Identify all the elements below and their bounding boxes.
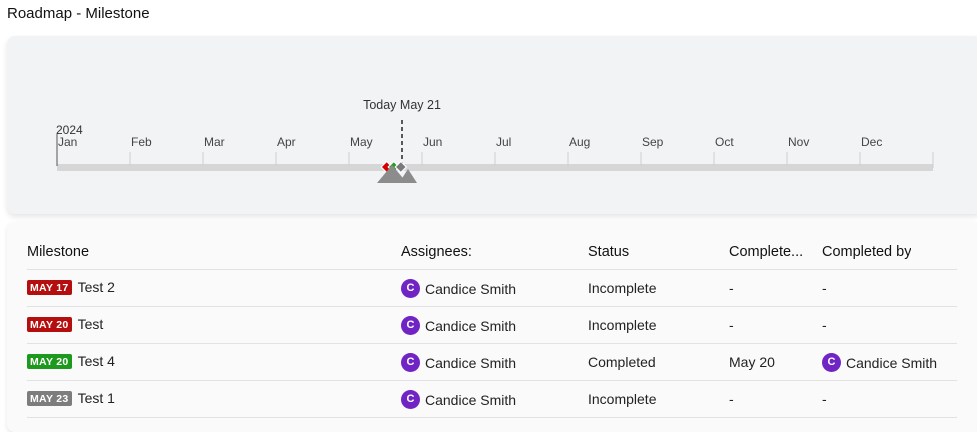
table-row[interactable]: MAY 20 Test 4 C Candice Smith Completed Ma… xyxy=(27,344,957,381)
status-text: Incomplete xyxy=(588,317,657,333)
avatar: C xyxy=(401,353,420,372)
table-header: Milestone Assignees: Status Complete... … xyxy=(27,244,957,270)
month-label: Sep xyxy=(642,135,664,149)
month-label: Apr xyxy=(277,135,296,149)
month-label: Oct xyxy=(715,135,734,149)
assignee-cell: C Candice Smith xyxy=(401,390,516,409)
month-label: Feb xyxy=(131,135,152,149)
assignee-name: Candice Smith xyxy=(425,391,517,408)
assignee-name: Candice Smith xyxy=(425,280,517,297)
month-label: Jul xyxy=(496,135,511,149)
milestone-name[interactable]: Test xyxy=(78,316,104,332)
header-completed-by[interactable]: Completed by xyxy=(822,244,911,260)
month-label: Dec xyxy=(861,135,882,149)
completed-on-text: - xyxy=(729,280,734,296)
table-row[interactable]: MAY 20 Test C Candice Smith Incomplete - - xyxy=(27,307,957,344)
page-title: Roadmap - Milestone xyxy=(7,5,150,22)
date-badge: MAY 20 xyxy=(27,354,72,369)
avatar: C xyxy=(822,353,841,372)
completed-by-text: - xyxy=(822,280,827,296)
status-text: Incomplete xyxy=(588,391,657,407)
table-row[interactable]: MAY 23 Test 1 C Candice Smith Incomplete -… xyxy=(27,381,957,418)
milestone-name[interactable]: Test 1 xyxy=(78,390,115,406)
completed-by-name: Candice Smith xyxy=(846,354,938,371)
assignee-cell: C Candice Smith xyxy=(401,353,516,372)
assignee-cell: C Candice Smith xyxy=(401,279,516,298)
header-milestone[interactable]: Milestone xyxy=(27,244,89,260)
table-row[interactable]: MAY 17 Test 2 C Candice Smith Incomplete -… xyxy=(27,270,957,307)
avatar: C xyxy=(401,279,420,298)
timeline-panel: Today May 21 2024 Jan Feb Mar Apr May Jun Jul A… xyxy=(7,36,977,214)
avatar: C xyxy=(401,316,420,335)
status-text: Completed xyxy=(588,354,656,370)
completed-by-cell: C Candice Smith xyxy=(822,353,937,372)
header-status[interactable]: Status xyxy=(588,244,629,260)
assignee-cell: C Candice Smith xyxy=(401,316,516,335)
header-completed-on[interactable]: Complete... xyxy=(729,244,813,260)
milestone-cell[interactable]: MAY 17 Test 2 xyxy=(27,279,115,295)
milestone-cell[interactable]: MAY 20 Test xyxy=(27,316,103,332)
assignee-name: Candice Smith xyxy=(425,317,517,334)
completed-on-text: - xyxy=(729,391,734,407)
month-label: Nov xyxy=(788,135,809,149)
completed-on-text: - xyxy=(729,317,734,333)
month-label: Mar xyxy=(204,135,225,149)
completed-on-text: May 20 xyxy=(729,354,775,370)
milestone-cell[interactable]: MAY 23 Test 1 xyxy=(27,390,115,406)
month-label: May xyxy=(350,135,373,149)
date-badge: MAY 17 xyxy=(27,280,72,295)
milestone-name[interactable]: Test 2 xyxy=(78,279,115,295)
month-label: Jun xyxy=(423,135,442,149)
month-label: Aug xyxy=(569,135,590,149)
milestone-table: Milestone Assignees: Status Complete... … xyxy=(7,222,977,432)
assignee-name: Candice Smith xyxy=(425,354,517,371)
milestone-cell[interactable]: MAY 20 Test 4 xyxy=(27,353,115,369)
header-assignees[interactable]: Assignees: xyxy=(401,244,472,260)
completed-by-text: - xyxy=(822,391,827,407)
date-badge: MAY 23 xyxy=(27,391,72,406)
status-text: Incomplete xyxy=(588,280,657,296)
month-label: Jan xyxy=(58,135,77,149)
completed-by-text: - xyxy=(822,317,827,333)
month-axis: Jan Feb Mar Apr May Jun Jul Aug Sep Oct Nov Dec xyxy=(56,134,882,166)
date-badge: MAY 20 xyxy=(27,317,72,332)
today-label: Today May 21 xyxy=(363,98,441,112)
milestone-name[interactable]: Test 4 xyxy=(78,353,115,369)
avatar: C xyxy=(401,390,420,409)
timeline-chart: Today May 21 2024 Jan Feb Mar Apr May Jun Jul A… xyxy=(56,98,934,183)
